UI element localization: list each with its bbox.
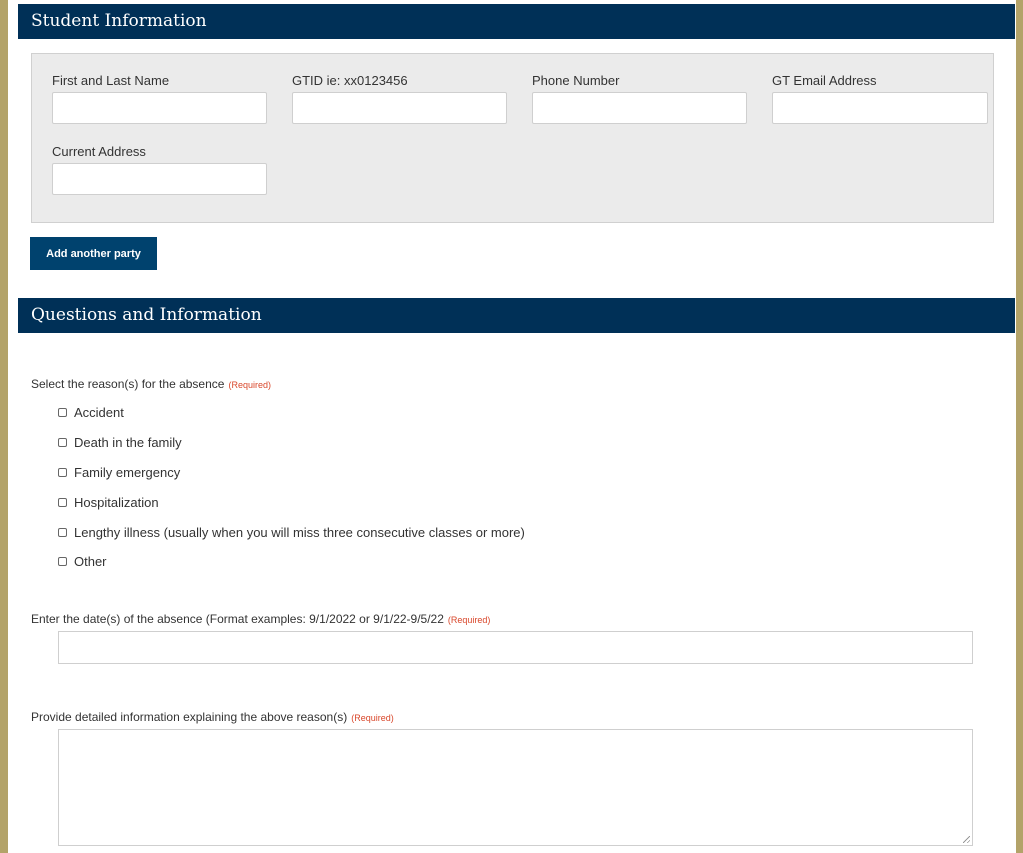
details-label-text: Provide detailed information explaining … [31, 710, 348, 724]
checkbox[interactable] [58, 437, 67, 447]
name-label: First and Last Name [52, 73, 170, 88]
details-textarea[interactable] [58, 729, 973, 846]
student-info-header: Student Information [18, 4, 1015, 39]
reason-option-death[interactable]: Death in the family [58, 434, 182, 450]
name-input[interactable] [52, 92, 267, 124]
form-page: Student Information First and Last Name … [8, 0, 1016, 853]
option-label: Death in the family [74, 434, 182, 450]
reason-option-family-emergency[interactable]: Family emergency [58, 464, 180, 480]
resize-handle-icon[interactable] [963, 836, 970, 843]
required-marker: (Required) [351, 713, 394, 723]
dates-input[interactable] [58, 631, 973, 664]
add-party-button[interactable]: Add another party [30, 237, 157, 270]
reason-option-accident[interactable]: Accident [58, 404, 124, 420]
checkbox[interactable] [58, 467, 67, 477]
dates-question-label: Enter the date(s) of the absence (Format… [31, 612, 490, 626]
email-input[interactable] [772, 92, 988, 124]
questions-header: Questions and Information [18, 298, 1015, 333]
checkbox[interactable] [58, 407, 67, 417]
party-fieldset: First and Last Name GTID ie: xx0123456 P… [31, 53, 994, 223]
option-label: Accident [74, 404, 124, 420]
option-label: Lengthy illness (usually when you will m… [74, 524, 525, 540]
required-marker: (Required) [228, 380, 271, 390]
address-label: Current Address [52, 144, 146, 159]
gtid-label: GTID ie: xx0123456 [292, 73, 408, 88]
phone-input[interactable] [532, 92, 747, 124]
details-question-label: Provide detailed information explaining … [31, 710, 394, 724]
phone-label: Phone Number [532, 73, 620, 88]
email-label: GT Email Address [772, 73, 877, 88]
reason-label-text: Select the reason(s) for the absence [31, 377, 225, 391]
option-label: Family emergency [74, 464, 181, 480]
questions-title: Questions and Information [31, 305, 262, 325]
checkbox[interactable] [58, 527, 67, 537]
checkbox[interactable] [58, 556, 67, 566]
checkbox[interactable] [58, 497, 67, 507]
option-label: Hospitalization [74, 494, 159, 510]
reason-option-lengthy-illness[interactable]: Lengthy illness (usually when you will m… [58, 524, 525, 540]
gtid-input[interactable] [292, 92, 507, 124]
reason-option-other[interactable]: Other [58, 553, 107, 569]
student-info-title: Student Information [31, 11, 207, 31]
option-label: Other [74, 553, 107, 569]
dates-label-text: Enter the date(s) of the absence (Format… [31, 612, 444, 626]
required-marker: (Required) [447, 615, 491, 625]
address-input[interactable] [52, 163, 267, 195]
reason-question-label: Select the reason(s) for the absence (Req… [31, 377, 271, 391]
reason-option-hospitalization[interactable]: Hospitalization [58, 494, 159, 510]
